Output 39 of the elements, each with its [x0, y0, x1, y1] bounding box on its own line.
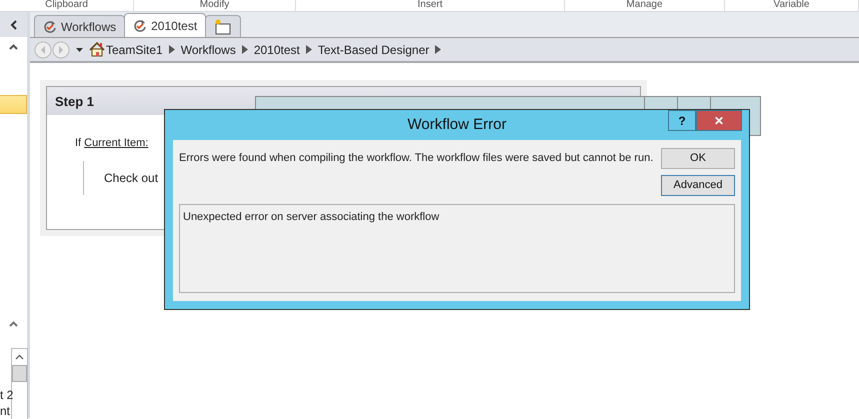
breadcrumb-item[interactable]: Text-Based Designer	[318, 40, 430, 58]
sidebar-text: t 2	[0, 388, 14, 402]
error-message: Errors were found when compiling the workflow. The workflow files were saved but cannot be run.	[179, 151, 654, 166]
chevron-up-icon[interactable]	[9, 44, 18, 50]
breadcrumb-item[interactable]: TeamSite1	[106, 40, 163, 58]
breadcrumb-separator-icon[interactable]	[306, 45, 312, 54]
breadcrumb-separator-icon[interactable]	[168, 45, 175, 54]
advanced-button[interactable]: Advanced	[661, 175, 735, 196]
breadcrumb-item[interactable]: Workflows	[180, 40, 236, 58]
ribbon-group-label: Modify	[134, 0, 296, 11]
workflow-icon	[43, 20, 57, 34]
scroll-thumb[interactable]	[12, 365, 27, 382]
chevron-up-icon[interactable]	[9, 321, 18, 327]
scroll-up-icon[interactable]	[15, 354, 24, 360]
help-button[interactable]: ?	[668, 110, 696, 131]
dropdown-caret-icon[interactable]	[76, 48, 83, 52]
new-tab-button[interactable]	[205, 15, 242, 37]
collapse-icon[interactable]	[10, 20, 18, 30]
folder-icon	[214, 18, 232, 34]
close-button[interactable]: ✕	[696, 110, 742, 131]
breadcrumb-separator-icon[interactable]	[435, 45, 442, 54]
ribbon-group-label: Clipboard	[0, 0, 134, 11]
condition-link[interactable]: Current Item:	[84, 135, 148, 152]
workflow-icon	[133, 18, 148, 32]
breadcrumb-separator-icon[interactable]	[242, 45, 248, 54]
action-text: Check out	[104, 170, 158, 184]
sidebar-text: nt	[0, 404, 10, 418]
scrollbar[interactable]	[11, 348, 28, 419]
condition-keyword: If	[75, 136, 82, 151]
document-tab[interactable]: 2010test	[124, 13, 206, 37]
ok-button[interactable]: OK	[661, 148, 735, 169]
ribbon-group-label: Variable	[725, 0, 859, 11]
ribbon-group-label: Insert	[296, 0, 565, 11]
breadcrumb-item[interactable]: 2010test	[254, 40, 300, 58]
details-text: Unexpected error on server associating the workflow	[179, 204, 735, 293]
document-tab[interactable]: Workflows	[34, 15, 126, 37]
home-icon	[89, 42, 105, 57]
ribbon-group-label: Manage	[565, 0, 725, 11]
dialog-title: Workflow Error	[408, 114, 506, 135]
